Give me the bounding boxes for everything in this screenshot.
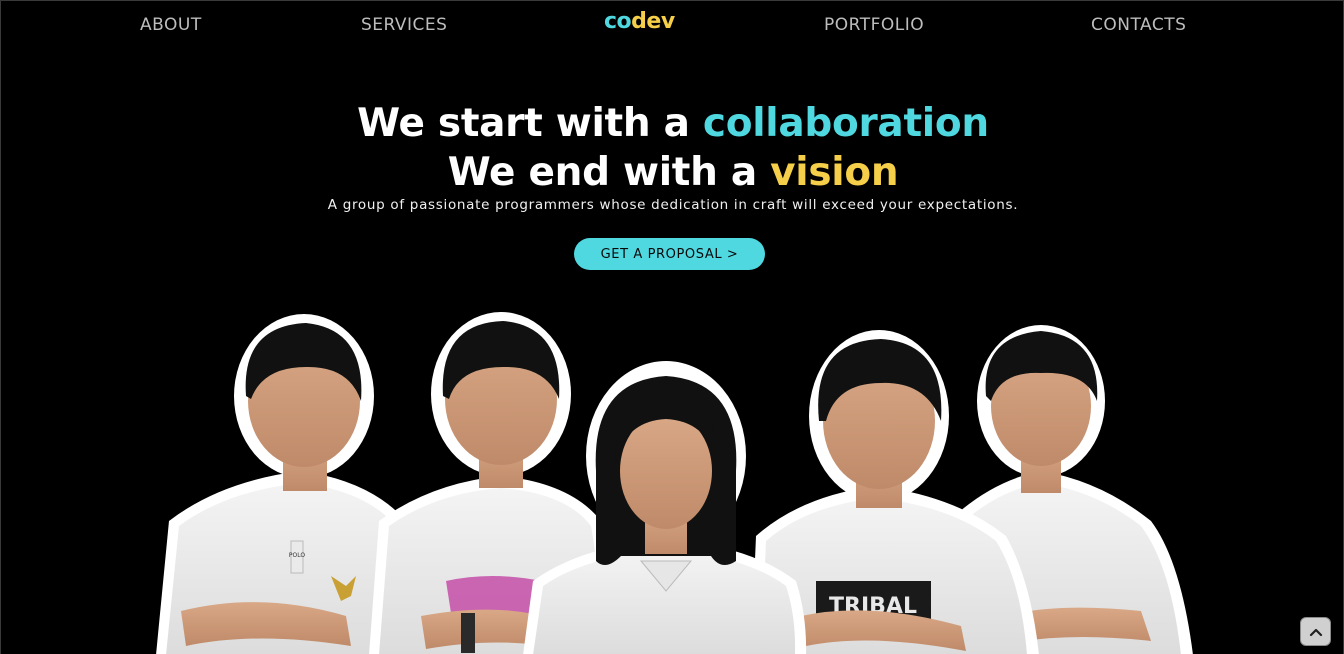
shirt-text-polo: POLO [289, 552, 305, 559]
hero-subtitle: A group of passionate programmers whose … [327, 197, 1019, 213]
scroll-to-top-button[interactable] [1300, 617, 1331, 646]
hero-line-2-text: We end with a [447, 150, 771, 195]
hero-accent-vision: vision [770, 150, 899, 195]
nav-link-services[interactable]: SERVICES [361, 15, 447, 35]
landing-page: ABOUT SERVICES codev PORTFOLIO CONTACTS … [0, 0, 1344, 654]
nav-link-portfolio[interactable]: PORTFOLIO [824, 15, 924, 35]
nav-link-about[interactable]: ABOUT [140, 15, 202, 35]
hero-heading-line-1: We start with a collaboration [1, 101, 1343, 146]
logo-part-dev: dev [631, 9, 675, 34]
chevron-up-icon [1309, 628, 1322, 636]
get-proposal-button[interactable]: GET A PROPOSAL > [574, 238, 765, 270]
hero-heading-line-2: We end with a vision [1, 150, 1343, 195]
hero-accent-collaboration: collaboration [702, 101, 989, 146]
nav-link-contacts[interactable]: CONTACTS [1091, 15, 1186, 35]
brand-logo[interactable]: codev [604, 9, 675, 34]
hero-line-1-text: We start with a [357, 101, 703, 146]
team-photo: TRIBAL POLO [156, 312, 1193, 654]
logo-part-co: co [604, 9, 632, 34]
